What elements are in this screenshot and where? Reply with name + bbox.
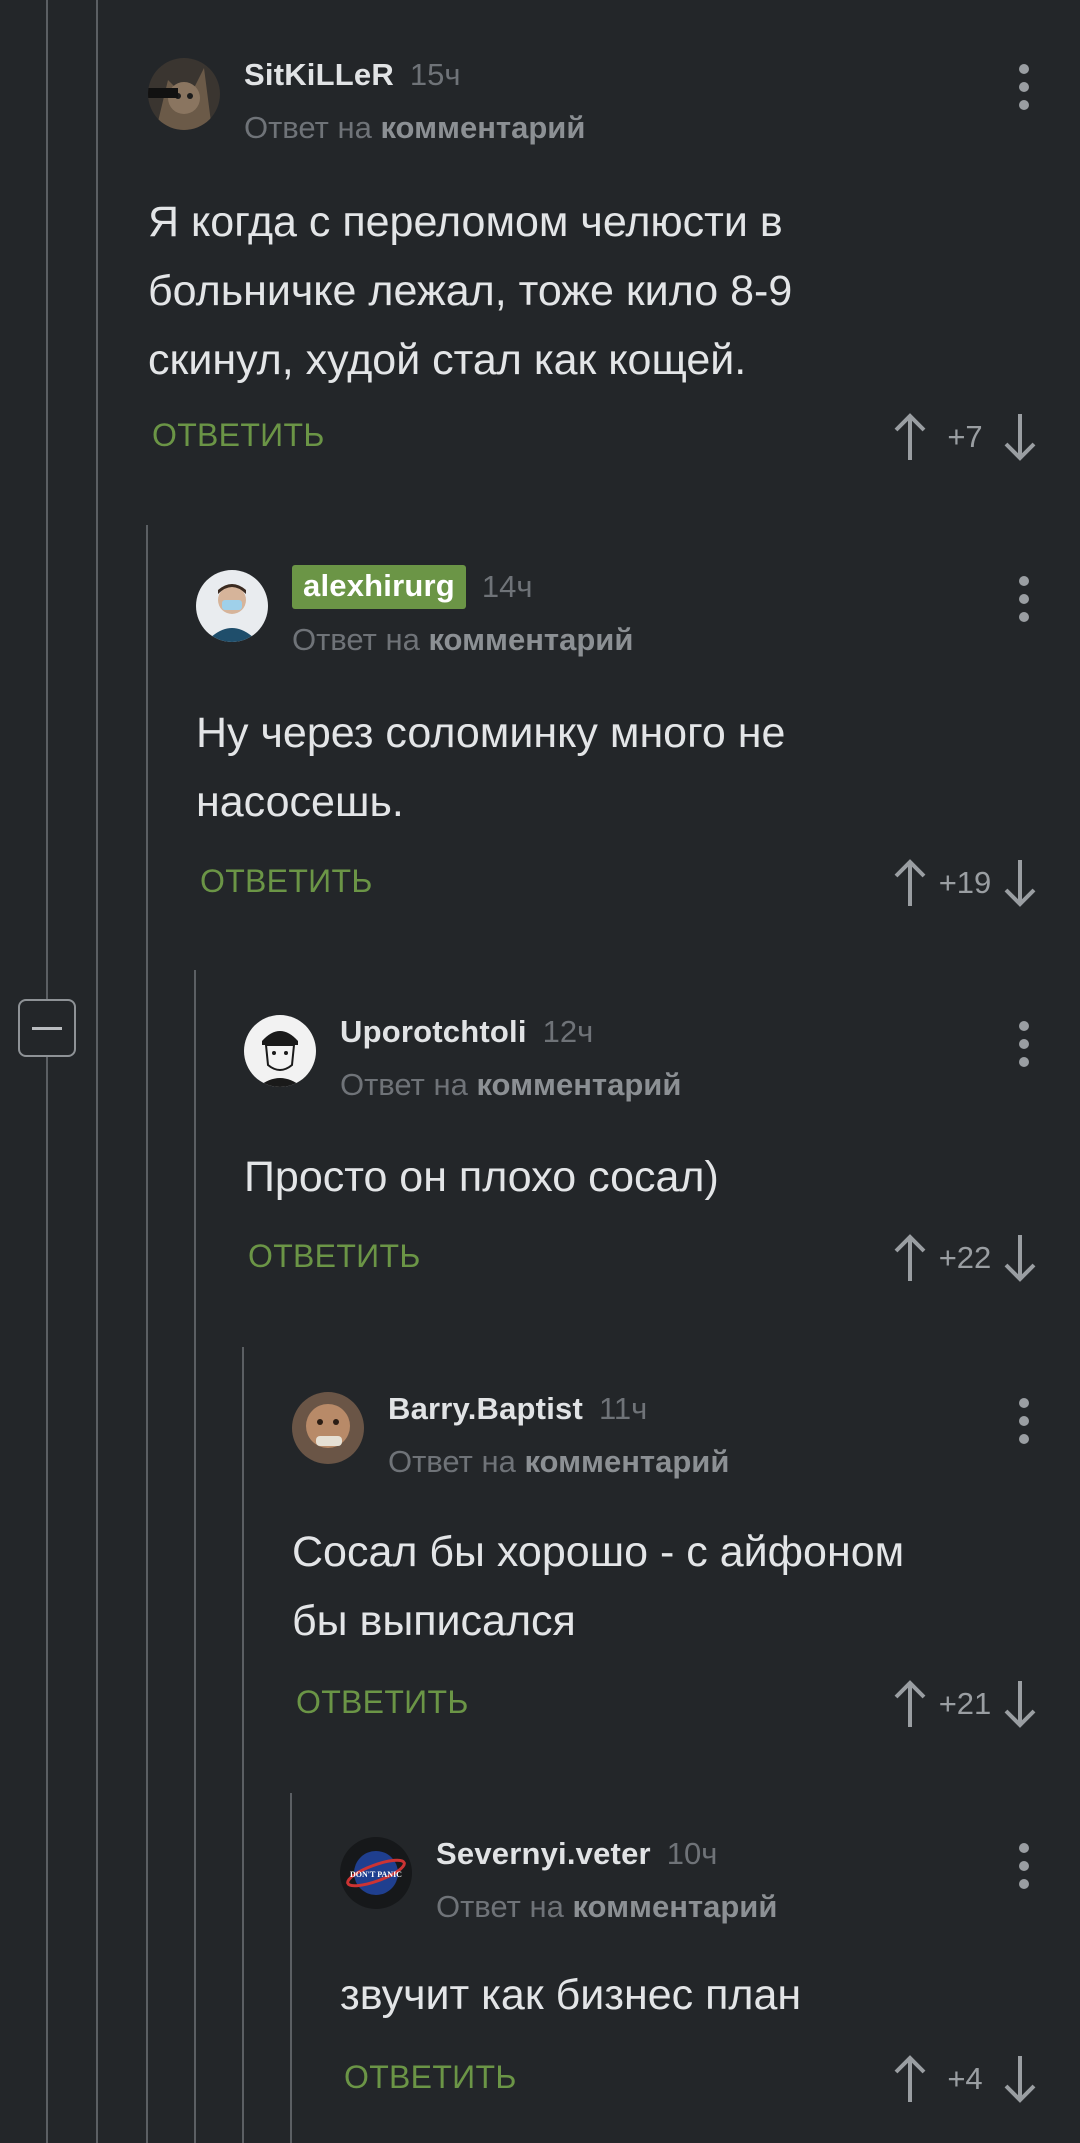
reply-to-line: Ответ на комментарий (292, 622, 633, 658)
avatar-text: DON'T PANIC (350, 1870, 402, 1879)
reply-to-link[interactable]: комментарий (428, 622, 633, 657)
thread-line-level-0 (46, 1057, 48, 2143)
reply-button[interactable]: ОТВЕТИТЬ (344, 2059, 517, 2096)
thread-line-level-5 (290, 1793, 292, 2143)
comment-text-line: больничке лежал, тоже кило 8-9 (148, 267, 793, 315)
reply-to-link[interactable]: комментарий (572, 1889, 777, 1924)
reply-button[interactable]: ОТВЕТИТЬ (152, 417, 325, 454)
reply-to-line: Ответ на комментарий (388, 1444, 729, 1480)
reply-to-link[interactable]: комментарий (524, 1444, 729, 1479)
more-options-icon[interactable] (1018, 1843, 1030, 1897)
upvote-arrow-icon[interactable] (890, 412, 930, 462)
comment-text-line: Просто он плохо сосал) (244, 1153, 719, 1201)
more-options-icon[interactable] (1018, 64, 1030, 118)
comment-text-line: Ну через соломинку много не (196, 709, 786, 757)
more-options-icon[interactable] (1018, 1398, 1030, 1452)
comment-text-line: насосешь. (196, 778, 404, 826)
comment-time: 14ч (481, 569, 533, 604)
comment-text: Я когда с переломом челюсти в больничке … (148, 188, 792, 395)
more-options-icon[interactable] (1018, 1021, 1030, 1075)
comment-text-line: бы выписался (292, 1597, 576, 1645)
rating-value: +7 (947, 419, 983, 454)
comment-time: 10ч (666, 1836, 718, 1871)
rating-value: +19 (938, 865, 992, 900)
doctor-avatar-icon[interactable] (196, 570, 268, 642)
reply-to-line: Ответ на комментарий (436, 1889, 777, 1925)
reply-to-prefix: Ответ на (340, 1067, 468, 1102)
upvote-arrow-icon[interactable] (890, 2054, 930, 2104)
author-name[interactable]: SitKiLLeR (244, 57, 394, 93)
cat-avatar-icon[interactable] (148, 58, 220, 130)
rating-value: +22 (938, 1240, 992, 1275)
downvote-arrow-icon[interactable] (1000, 858, 1040, 908)
vote-controls: +22 (890, 1228, 1040, 1288)
reply-button[interactable]: ОТВЕТИТЬ (296, 1684, 469, 1721)
comment-text-line: Я когда с переломом челюсти в (148, 198, 783, 246)
author-name[interactable]: Barry.Baptist (388, 1391, 583, 1427)
reply-to-prefix: Ответ на (244, 110, 372, 145)
downvote-arrow-icon[interactable] (1000, 1679, 1040, 1729)
upvote-arrow-icon[interactable] (890, 858, 930, 908)
thread-line-level-3 (194, 970, 196, 2143)
downvote-arrow-icon[interactable] (1000, 2054, 1040, 2104)
comment-text: Просто он плохо сосал) (244, 1143, 719, 1212)
thread-line-level-1 (96, 0, 98, 2143)
rating-value: +21 (938, 1686, 992, 1721)
comment-text-line: скинул, худой стал как кощей. (148, 336, 747, 384)
reply-to-line: Ответ на комментарий (340, 1067, 681, 1103)
dont-panic-avatar-icon[interactable]: DON'T PANIC (340, 1837, 412, 1909)
vote-controls: +4 (890, 2049, 1040, 2109)
reply-to-prefix: Ответ на (292, 622, 420, 657)
thread-line-level-2 (146, 525, 148, 2143)
downvote-arrow-icon[interactable] (1000, 412, 1040, 462)
face-avatar-icon[interactable] (292, 1392, 364, 1464)
downvote-arrow-icon[interactable] (1000, 1233, 1040, 1283)
reply-to-link[interactable]: комментарий (476, 1067, 681, 1102)
comment-text-line: звучит как бизнес план (340, 1971, 802, 2019)
comment-text-line: Сосал бы хорошо - с айфоном (292, 1528, 905, 1576)
comment-text: Сосал бы хорошо - с айфоном бы выписался (292, 1518, 904, 1656)
comment-time: 12ч (542, 1014, 594, 1049)
comment-time: 11ч (598, 1391, 648, 1426)
vote-controls: +19 (890, 853, 1040, 913)
reply-to-line: Ответ на комментарий (244, 110, 585, 146)
comment-text: Ну через соломинку много не насосешь. (196, 699, 785, 837)
reply-to-prefix: Ответ на (436, 1889, 564, 1924)
reply-button[interactable]: ОТВЕТИТЬ (248, 1238, 421, 1275)
author-name[interactable]: Uporotchtoli (340, 1014, 527, 1050)
reply-to-link[interactable]: комментарий (380, 110, 585, 145)
thread-line-level-0 (46, 0, 48, 999)
drawing-avatar-icon[interactable] (244, 1015, 316, 1087)
rating-value: +4 (947, 2061, 983, 2096)
vote-controls: +7 (890, 407, 1040, 467)
more-options-icon[interactable] (1018, 576, 1030, 630)
author-name[interactable]: Severnyi.veter (436, 1836, 651, 1872)
comment-text: звучит как бизнес план (340, 1961, 801, 2030)
author-name[interactable]: alexhirurg (292, 565, 466, 609)
upvote-arrow-icon[interactable] (890, 1679, 930, 1729)
upvote-arrow-icon[interactable] (890, 1233, 930, 1283)
collapse-thread-button[interactable] (18, 999, 76, 1057)
vote-controls: +21 (890, 1674, 1040, 1734)
comment-time: 15ч (409, 57, 461, 92)
reply-to-prefix: Ответ на (388, 1444, 516, 1479)
reply-button[interactable]: ОТВЕТИТЬ (200, 863, 373, 900)
thread-line-level-4 (242, 1347, 244, 2143)
